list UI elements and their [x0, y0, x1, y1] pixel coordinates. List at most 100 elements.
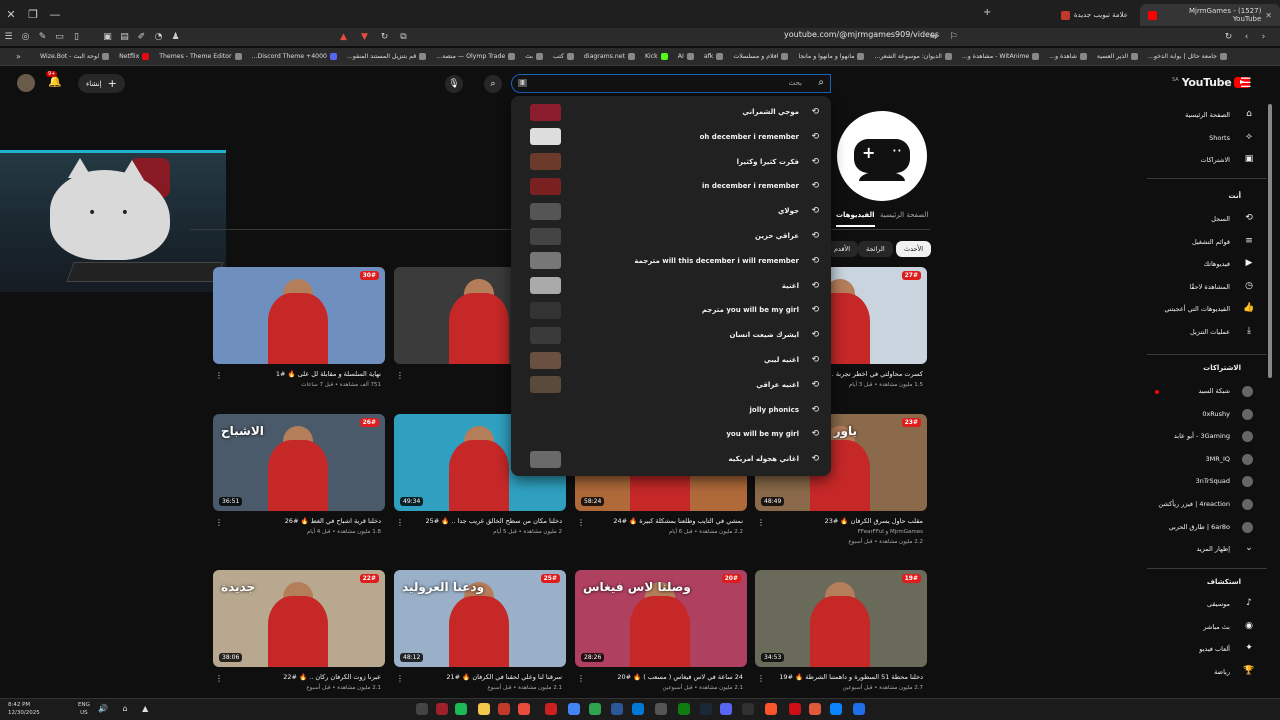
windows-store-icon[interactable]	[853, 703, 865, 715]
youtube-studio-icon[interactable]	[498, 703, 510, 715]
window-icon[interactable]: ▭	[51, 32, 68, 42]
search-suggestion[interactable]: عراقي حزين ⟲	[511, 224, 831, 248]
bookmark-item[interactable]: 4000+ Discord Theme...	[252, 53, 337, 60]
chip-latest[interactable]: الأحدث	[896, 241, 932, 257]
search-suggestion[interactable]: جولاي ⟲	[511, 199, 831, 223]
search-suggestion[interactable]: you will be my girl مترجم ⟲	[511, 298, 831, 322]
bookmark-item[interactable]: Olymp Trade — منصة...	[436, 53, 516, 60]
bookmark-item[interactable]: Kick	[645, 53, 668, 60]
more-actions-icon[interactable]: ⋮	[396, 371, 404, 380]
opera-icon[interactable]	[789, 703, 801, 715]
share-icon[interactable]: ⧉	[395, 32, 412, 42]
search-suggestion[interactable]: اغنيه ليبي ⟲	[511, 348, 831, 372]
search-suggestion[interactable]: oh december i remember ⟲	[511, 125, 831, 149]
terminal-icon[interactable]	[455, 703, 467, 715]
record-icon[interactable]	[545, 703, 557, 715]
sidebar-item[interactable]: 6ar8o | طارق الحربي	[1137, 518, 1267, 538]
panel-icon[interactable]: ▯	[68, 32, 85, 42]
video-title[interactable]: نهاية السلسلة و مقابلة لل على 🔥 #1	[213, 370, 385, 378]
bookmark-item[interactable]: afk	[704, 53, 724, 60]
more-actions-icon[interactable]: ⋮	[215, 674, 223, 683]
video-card[interactable]: جديدة 22# 38:06 عبرنا زوت الكرفان ركان .. 🔥…	[213, 570, 385, 691]
bookmark-item[interactable]: WitAnime - مشاهدة و...	[962, 53, 1040, 60]
tune-icon[interactable]: ⇋	[925, 32, 942, 42]
chip-popular[interactable]: الرائجة	[858, 241, 893, 257]
extension-icon[interactable]: ♟	[167, 32, 184, 42]
app-icon[interactable]	[830, 703, 842, 715]
sidebar-item[interactable]: 🏆 رياضة	[1137, 663, 1267, 683]
brave-icon[interactable]	[765, 703, 777, 715]
sidebar-toggle-icon[interactable]: ☰	[0, 32, 17, 42]
url-text[interactable]: youtube.com/@mjrmgames909/videos	[784, 30, 939, 39]
sidebar-item[interactable]: ⟲ السجل	[1137, 210, 1267, 230]
language-indicator[interactable]: ENG US	[78, 701, 90, 717]
sidebar-item[interactable]: 3nTrSquad	[1137, 472, 1267, 492]
sidebar-item[interactable]: ◉ بث مباشر	[1137, 618, 1267, 638]
pin-icon[interactable]: ✎	[34, 32, 51, 42]
calculator-icon[interactable]	[655, 703, 667, 715]
sidebar-item[interactable]: ⤓ عمليات التنزيل	[1137, 323, 1267, 343]
sidebar-item[interactable]: 4reaction | فيزر ريأكشن	[1137, 495, 1267, 515]
more-actions-icon[interactable]: ⋮	[577, 518, 585, 527]
forward-icon[interactable]: ›	[1255, 32, 1272, 42]
tabs-icon[interactable]: ▣	[99, 32, 116, 42]
sidebar-item[interactable]: 3Gaming - أبو عابد	[1137, 427, 1267, 447]
video-title[interactable]: دخلنا مكان من سطح الخالق غريب جدا .. 🔥 #…	[394, 517, 566, 525]
sidebar-section-header[interactable]: أنت	[1229, 192, 1241, 200]
more-actions-icon[interactable]: ⋮	[757, 518, 765, 527]
sidebar-item[interactable]: شبكة السيد	[1137, 382, 1267, 402]
back-icon[interactable]: ‹	[1238, 32, 1255, 42]
video-card[interactable]: وصلنا لاس فيغاس 20# 28:26 24 ساعة في لاس في…	[575, 570, 747, 691]
sidebar-item[interactable]: ⌂ الصفحة الرئيسية	[1137, 106, 1267, 126]
search-suggestion[interactable]: اغنيه عراقي ⟲	[511, 373, 831, 397]
app-icon[interactable]	[436, 703, 448, 715]
video-title[interactable]: 24 ساعة في لاس فيغاس ( مسعب ) 🔥 #20	[575, 673, 747, 681]
search-suggestion[interactable]: will this december i will remember مترجم…	[511, 249, 831, 273]
tab-home[interactable]: الصفحة الرئيسية	[880, 211, 928, 219]
video-card[interactable]: الاشباح 26# 36:51 دخلنا قرية اشباح في الغط …	[213, 414, 385, 535]
bookmarks-overflow-icon[interactable]: »	[16, 52, 21, 61]
more-actions-icon[interactable]: ⋮	[577, 674, 585, 683]
tab-youtube[interactable]: ✕ (1527) MjrmGames - YouTube	[1140, 4, 1280, 26]
sidebar-section-header[interactable]: الاشتراكات	[1203, 364, 1241, 372]
bookmark-item[interactable]: Netflix	[119, 53, 150, 60]
bookmark-item[interactable]: diagrams.net	[584, 53, 635, 60]
search-suggestion[interactable]: you will be my girl ⟲	[511, 422, 831, 446]
bookmark-item[interactable]: مانهوا و مانهوا و مانجا	[798, 53, 865, 60]
more-actions-icon[interactable]: ⋮	[215, 518, 223, 527]
bookmark-item[interactable]: الدير العسية	[1097, 53, 1139, 60]
video-thumbnail[interactable]: 19# 34:53	[755, 570, 927, 667]
youtube-logo[interactable]: SA YouTube	[1172, 76, 1251, 89]
bookmark-item[interactable]: Themes - Theme Editor	[159, 53, 242, 60]
more-actions-icon[interactable]: ⋮	[396, 674, 404, 683]
sidebar-item[interactable]: 0xRushy	[1137, 405, 1267, 425]
video-title[interactable]: مقلب حاول يسرق الكرفان 🔥 #23	[755, 517, 927, 525]
search-input[interactable]: Ⅲ بحث ⌕	[511, 74, 831, 93]
account-avatar[interactable]	[17, 74, 35, 92]
sidebar-item[interactable]: ▶ فيديوهاتك	[1137, 255, 1267, 275]
notifications-bell-icon[interactable]: 🔔 9+	[46, 71, 62, 88]
video-collab-owners[interactable]: MjrmGames و FFearFFul	[755, 529, 927, 535]
search-suggestion[interactable]: اغنية ⟲	[511, 274, 831, 298]
xbox-icon[interactable]	[678, 703, 690, 715]
bookmark-item[interactable]: لوحة البث - Wize.Bot	[40, 53, 110, 60]
tab-new[interactable]: علامة تبويب جديدة	[1000, 4, 1136, 26]
menu-icon[interactable]: ☰	[1240, 76, 1252, 91]
more-actions-icon[interactable]: ⋮	[215, 371, 223, 380]
video-card[interactable]: 30# نهاية السلسلة و مقابلة لل على 🔥 #1 751…	[213, 267, 385, 388]
video-title[interactable]: دخلنا محطة 51 السطورة و داهمتنا الشرطة 🔥…	[755, 673, 927, 681]
channel-avatar[interactable]	[837, 111, 927, 201]
video-title[interactable]: دخلنا قرية اشباح في الغط 🔥 #26	[213, 517, 385, 525]
more-actions-icon[interactable]: ⋮	[757, 674, 765, 683]
file-explorer-icon[interactable]	[478, 703, 490, 715]
bookmark-item[interactable]: شاهدة و...	[1049, 53, 1087, 60]
search-suggestion[interactable]: فكرت كثيرا وكثيرا ⟲	[511, 150, 831, 174]
sidebar-item[interactable]: 3MR_IQ	[1137, 450, 1267, 470]
word-icon[interactable]	[611, 703, 623, 715]
bookmark-item[interactable]: AI	[678, 53, 694, 60]
youtube-icon[interactable]	[518, 703, 530, 715]
voice-search-icon[interactable]: 🎙	[445, 75, 463, 93]
sidebar-section-header[interactable]: استكشاف	[1207, 578, 1241, 586]
search-suggestion[interactable]: موجي الشمراني ⟲	[511, 100, 831, 124]
search-icon[interactable]	[416, 703, 428, 715]
